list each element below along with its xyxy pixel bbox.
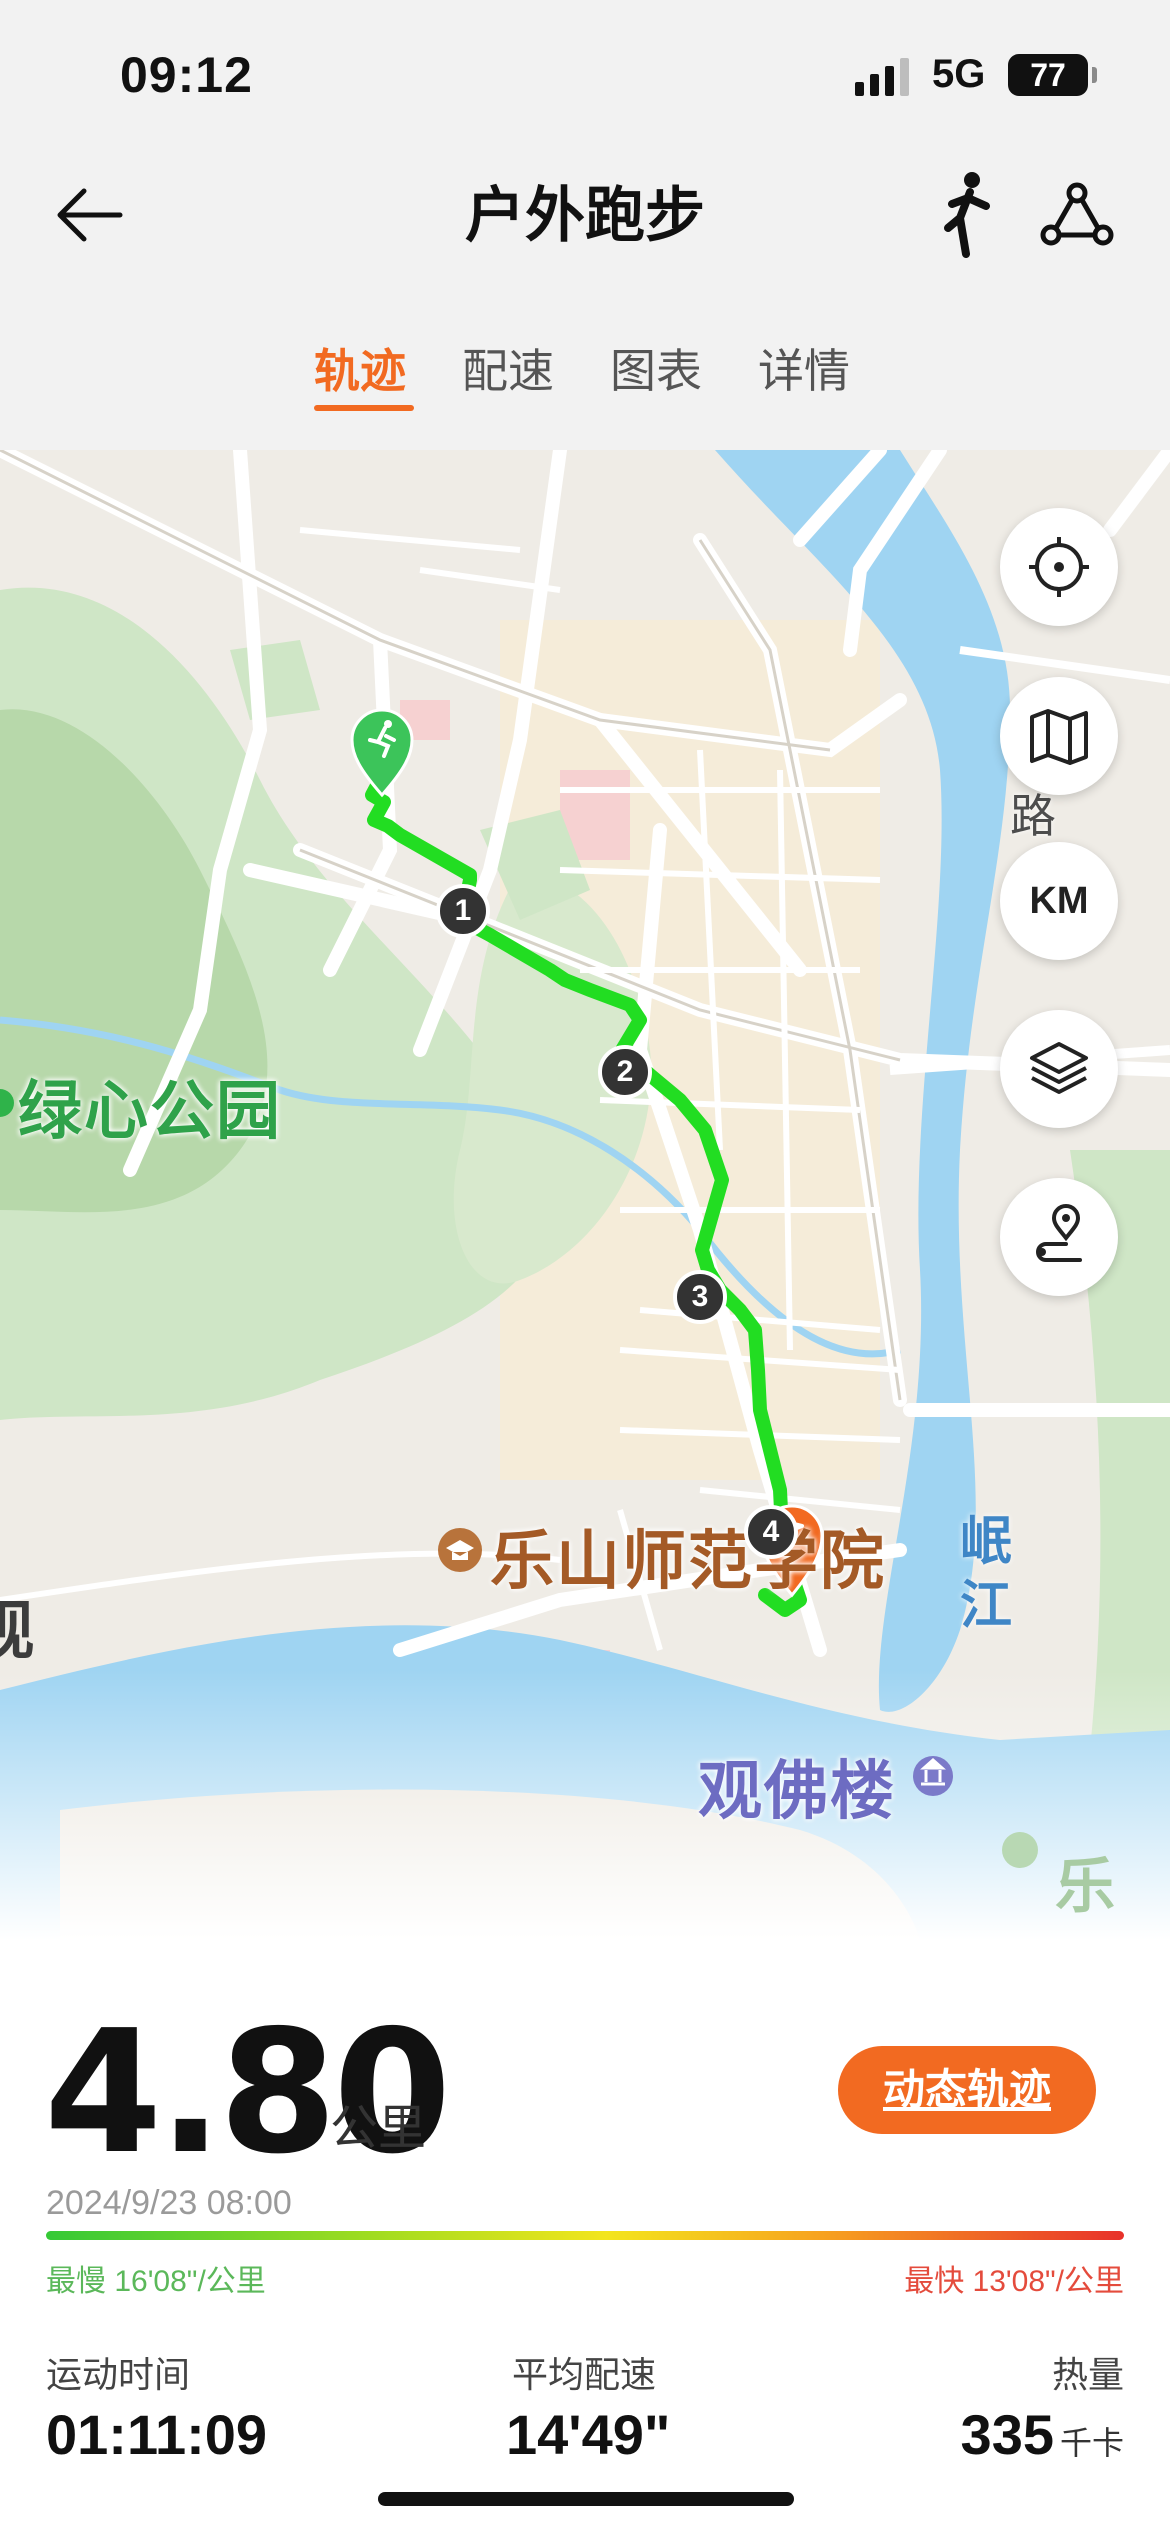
tab-track[interactable]: 轨迹	[314, 335, 406, 401]
dynamic-track-button[interactable]: 动态轨迹	[838, 2046, 1096, 2134]
map-fold-icon	[1030, 709, 1088, 765]
route-share-button[interactable]	[1035, 175, 1115, 255]
active-tab-indicator	[314, 405, 414, 411]
tab-pace[interactable]: 配速	[462, 335, 554, 401]
status-bar: 09:12 5G 77	[0, 0, 1170, 150]
runner-icon	[944, 172, 990, 258]
km-marker-1: 1	[436, 884, 490, 938]
river-label: 岷江	[960, 1513, 1013, 1635]
avg-pace-label: 平均配速	[512, 2354, 657, 2395]
park-label: 绿心公园	[18, 1075, 282, 1147]
locate-crosshair-icon	[1029, 537, 1089, 597]
route-map[interactable]: 绿心公园 乐山师范学院 观佛楼 岷江 路 乐山 观 1 2 3 4 KM	[0, 450, 1170, 1940]
calories-unit: 千卡	[1059, 2425, 1124, 2461]
layers-icon	[1030, 1042, 1088, 1094]
signal-icon	[855, 58, 909, 96]
home-indicator[interactable]	[378, 2492, 794, 2506]
calories-value: 335	[960, 2403, 1054, 2466]
workout-date: 2024/9/23 08:00	[46, 2184, 292, 2222]
battery-icon: 77	[1008, 54, 1097, 96]
tab-details[interactable]: 详情	[758, 335, 850, 401]
tab-bar: 轨迹 配速 图表 详情	[0, 335, 1170, 415]
calories-label: 热量	[1051, 2354, 1124, 2395]
status-time: 09:12	[120, 47, 253, 103]
network-type: 5G	[932, 52, 986, 96]
route-nodes-icon	[1040, 182, 1114, 246]
route-pin-button[interactable]	[1000, 1178, 1118, 1296]
back-button[interactable]	[52, 175, 132, 255]
map-type-button[interactable]	[1000, 677, 1118, 795]
km-marker-4: 4	[744, 1505, 798, 1559]
stats-panel: 4.80 公里 动态轨迹 2024/9/23 08:00 最慢 16'08"/公…	[0, 1940, 1170, 2532]
slowest-pace: 最慢 16'08"/公里	[46, 2265, 266, 2298]
leshan-label-partial: 乐山	[1055, 1853, 1117, 1920]
pace-gradient-bar	[46, 2231, 1124, 2240]
tower-label: 观佛楼	[698, 1755, 896, 1827]
back-arrow-icon	[57, 188, 123, 242]
map-canvas	[0, 450, 1170, 1940]
battery-level: 77	[1030, 57, 1066, 93]
header: 户外跑步 轨迹 配速 图表 详情	[0, 150, 1170, 450]
km-marker-3: 3	[673, 1270, 727, 1324]
left-label-partial: 观	[0, 1595, 34, 1667]
km-toggle-button[interactable]: KM	[1000, 842, 1118, 960]
duration-label: 运动时间	[46, 2354, 191, 2395]
route-pin-icon	[1036, 1204, 1082, 1262]
sport-pose-button[interactable]	[930, 168, 1000, 258]
locate-button[interactable]	[1000, 508, 1118, 626]
km-toggle-label: KM	[1029, 879, 1089, 922]
fastest-pace: 最快 13'08"/公里	[904, 2265, 1124, 2298]
tab-chart[interactable]: 图表	[610, 335, 702, 401]
km-marker-2: 2	[598, 1045, 652, 1099]
distance-unit: 公里	[330, 2102, 427, 2155]
layers-button[interactable]	[1000, 1010, 1118, 1128]
duration-value: 01:11:09	[46, 2403, 268, 2466]
university-label: 乐山师范学院	[490, 1525, 886, 1597]
calories-block: 335 千卡	[961, 2402, 1124, 2467]
avg-pace-value: 14'49"	[506, 2403, 671, 2466]
